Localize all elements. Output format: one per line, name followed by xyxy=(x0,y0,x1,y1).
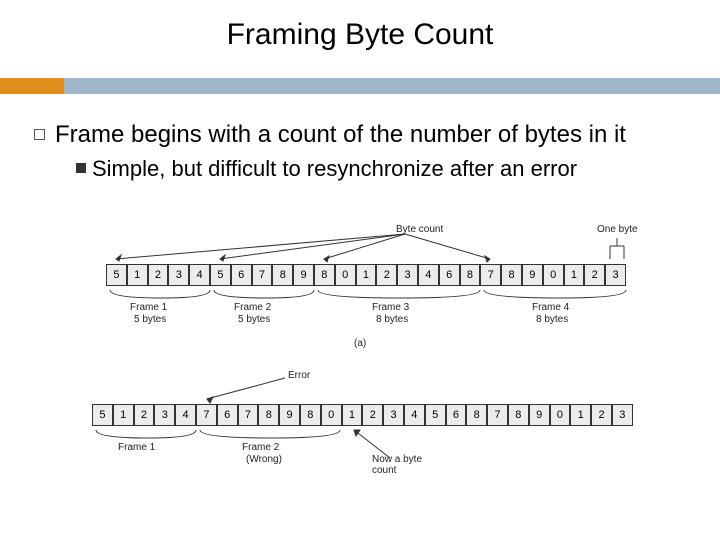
frame2b-name: Frame 2 xyxy=(242,442,279,453)
label-part-a: (a) xyxy=(354,338,366,349)
bullet-main-text: Frame begins with a count of the number … xyxy=(55,120,626,150)
bullet-main: Frame begins with a count of the number … xyxy=(34,120,694,150)
frame3-name: Frame 3 xyxy=(372,302,409,313)
frame1-sub: 5 bytes xyxy=(134,314,166,325)
frame3-sub: 8 bytes xyxy=(376,314,408,325)
label-now-byte: Now a byte count xyxy=(372,454,442,476)
label-one-byte: One byte xyxy=(597,224,638,235)
frame1b-name: Frame 1 xyxy=(118,442,155,453)
label-byte-count: Byte count xyxy=(396,224,443,235)
bullet-sub-text: Simple, but difficult to resynchronize a… xyxy=(92,156,577,182)
label-error: Error xyxy=(288,370,310,381)
slide: Framing Byte Count Frame begins with a c… xyxy=(0,0,720,540)
byte-count-diagram: 5123456789801234687890123 51234767898012… xyxy=(70,228,650,508)
frame2b-sub: (Wrong) xyxy=(246,454,282,465)
slide-title: Framing Byte Count xyxy=(0,0,720,52)
diagram-annotations xyxy=(70,228,650,508)
frame4-sub: 8 bytes xyxy=(536,314,568,325)
bullet-sub: Simple, but difficult to resynchronize a… xyxy=(76,156,694,182)
frame2-name: Frame 2 xyxy=(234,302,271,313)
bullet-square-icon xyxy=(34,129,45,140)
frame4-name: Frame 4 xyxy=(532,302,569,313)
bullet-filled-square-icon xyxy=(76,163,86,173)
frame2-sub: 5 bytes xyxy=(238,314,270,325)
slide-body: Frame begins with a count of the number … xyxy=(34,120,694,182)
accent-tab xyxy=(0,78,64,94)
frame1-name: Frame 1 xyxy=(130,302,167,313)
accent-bar xyxy=(0,78,720,94)
